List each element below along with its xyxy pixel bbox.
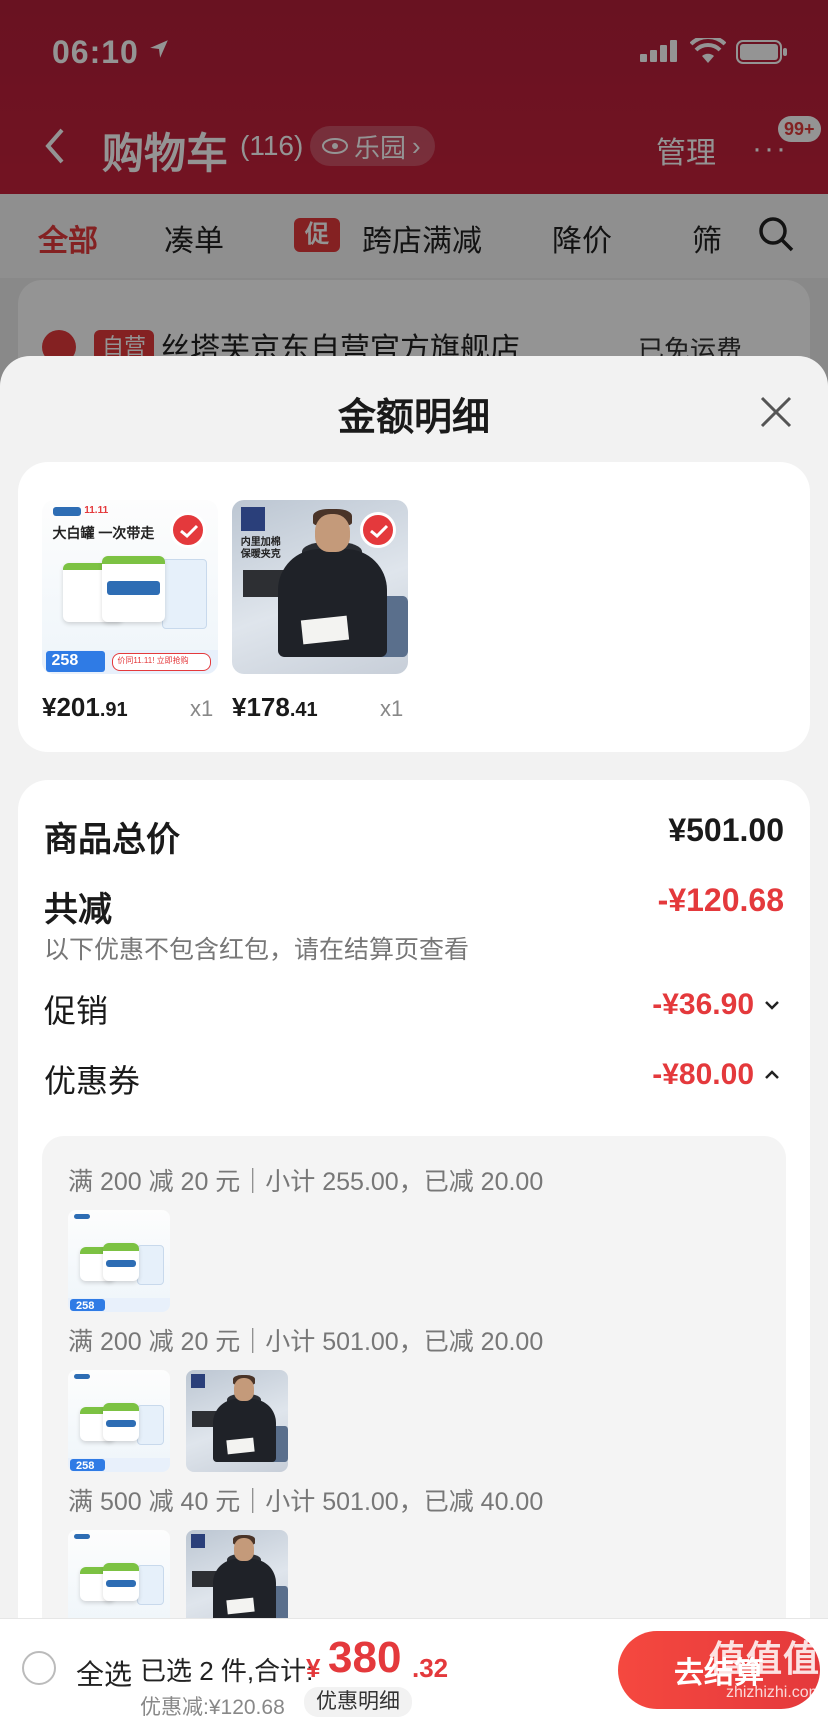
selected-products-card: 11.11 大白罐 一次带走 258 价同11.11! 立即抢购 ¥201.91… xyxy=(18,462,810,752)
total-price-value: ¥501.00 xyxy=(668,812,784,848)
coupon-value: -¥80.00 xyxy=(652,1058,754,1091)
discount-note: 以下优惠不包含红包，请在结算页查看 xyxy=(44,936,470,964)
sheet-title: 金额明细 xyxy=(337,397,490,439)
discount-label: 共减 xyxy=(44,891,112,929)
coupon-items: 258 xyxy=(68,1210,170,1312)
product-item[interactable]: 11.11 大白罐 一次带走 258 价同11.11! 立即抢购 ¥201.91… xyxy=(42,500,218,722)
coupon-rule: 满 200 减 20 元｜小计 255.00，已减 20.00 xyxy=(68,1168,544,1196)
amount-detail-sheet: 金额明细 11.11 大白罐 一次带走 258 价同11.11! 立即抢购 ¥2… xyxy=(0,356,828,1720)
chevron-down-icon xyxy=(765,1001,779,1010)
promotion-label[interactable]: 促销 xyxy=(44,986,108,1032)
price-breakdown-card: 商品总价 ¥501.00 共减 -¥120.68 以下优惠不包含红包，请在结算页… xyxy=(18,780,810,1720)
discount-value: -¥120.68 xyxy=(657,882,784,918)
select-all-label[interactable]: 全选 xyxy=(76,1653,132,1693)
watermark-logo: 值值值 xyxy=(708,1638,820,1679)
cetaphil-cream-thumbnail: 258 xyxy=(68,1370,170,1472)
product-checked-icon[interactable] xyxy=(170,512,206,548)
coupon-items: 258 xyxy=(68,1370,288,1472)
coupon-label[interactable]: 优惠券 xyxy=(44,1056,140,1102)
chevron-up-icon xyxy=(765,1070,779,1079)
total-amount: 380 xyxy=(328,1633,402,1682)
selected-summary: 已选 2 件,合计: xyxy=(140,1656,314,1686)
coupon-value-toggle[interactable]: -¥80.00 xyxy=(652,1058,780,1092)
product-checked-icon[interactable] xyxy=(360,512,396,548)
select-all-radio[interactable] xyxy=(22,1651,56,1685)
cetaphil-cream-product-image: 11.11 大白罐 一次带走 258 价同11.11! 立即抢购 xyxy=(42,500,218,674)
down-jacket-thumbnail xyxy=(186,1530,288,1632)
discount-detail-button[interactable]: 优惠明细 xyxy=(304,1687,412,1717)
close-icon[interactable] xyxy=(756,392,796,432)
cetaphil-cream-thumbnail xyxy=(68,1530,170,1632)
total-amount-cents: .32 xyxy=(412,1653,449,1683)
product-quantity: x1 xyxy=(380,696,404,721)
promotion-value-toggle[interactable]: -¥36.90 xyxy=(652,988,780,1022)
coupon-items xyxy=(68,1530,288,1632)
product-price: ¥178.41 xyxy=(232,692,318,722)
coupon-rule: 满 500 减 40 元｜小计 501.00，已减 40.00 xyxy=(68,1488,544,1516)
product-quantity: x1 xyxy=(190,696,214,721)
discount-summary: 优惠减:¥120.68 xyxy=(140,1696,285,1719)
total-price-label: 商品总价 xyxy=(44,821,180,859)
promotion-value: -¥36.90 xyxy=(652,988,754,1021)
product-item[interactable]: 内里加棉 保暖夹克 ¥178.41 x1 xyxy=(232,500,408,722)
down-jacket-thumbnail xyxy=(186,1370,288,1472)
watermark-url: zhizhizhi.com xyxy=(725,1684,822,1701)
coupon-rule: 满 200 减 20 元｜小计 501.00，已减 20.00 xyxy=(68,1328,544,1356)
product-price: ¥201.91 xyxy=(42,692,128,722)
down-jacket-product-image: 内里加棉 保暖夹克 xyxy=(232,500,408,674)
cetaphil-cream-thumbnail: 258 xyxy=(68,1210,170,1312)
total-currency: ¥ xyxy=(306,1653,321,1683)
